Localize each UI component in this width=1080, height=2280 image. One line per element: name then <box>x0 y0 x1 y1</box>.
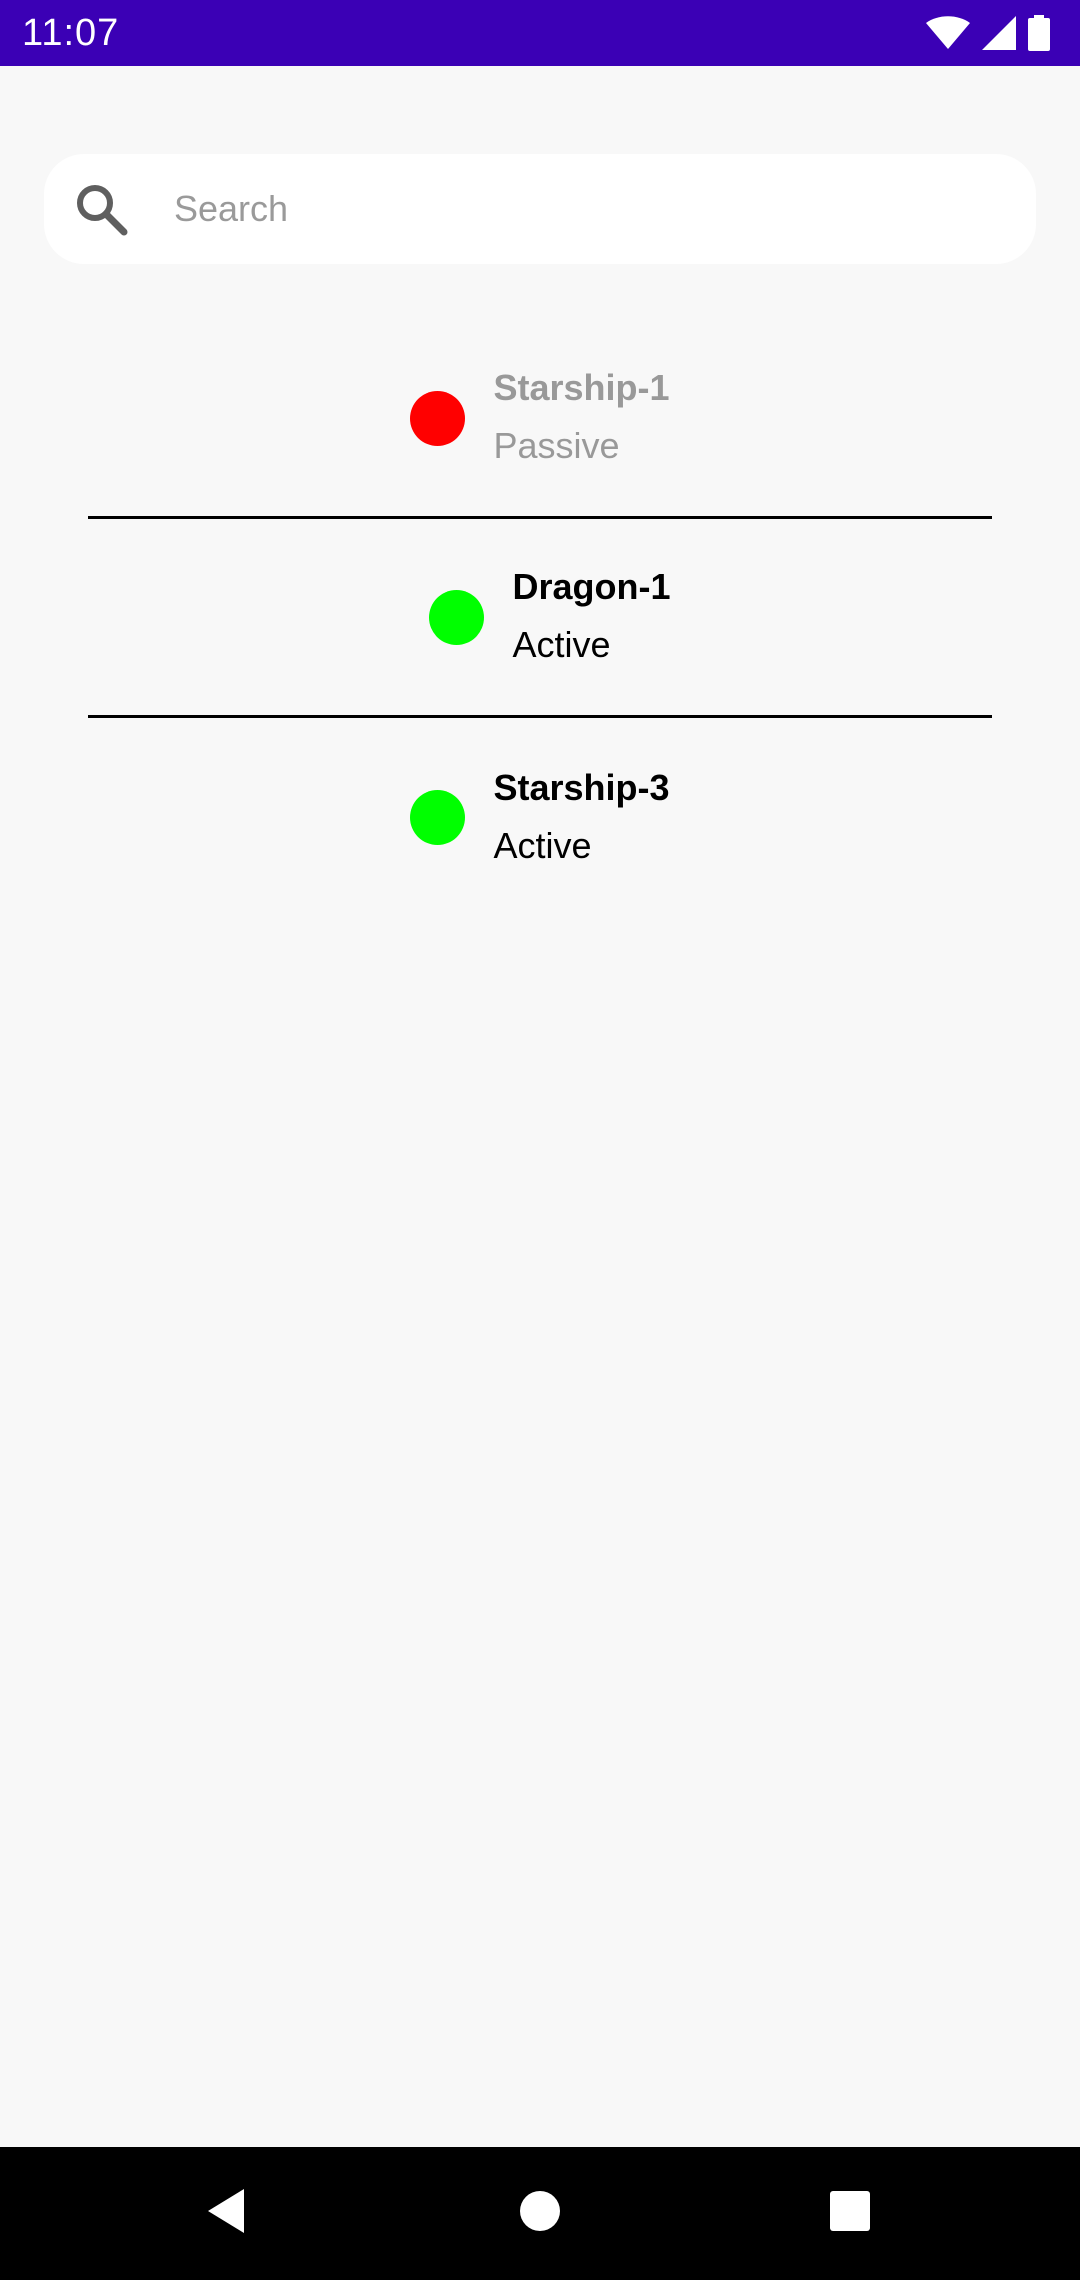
list-item-content: Starship-3 Active <box>410 764 670 872</box>
home-icon <box>519 2190 561 2237</box>
item-name: Dragon-1 <box>512 566 671 607</box>
status-dot <box>410 390 466 446</box>
search-input[interactable] <box>174 154 1004 264</box>
list-item[interactable]: Starship-3 Active <box>88 718 992 917</box>
wifi-icon <box>926 16 970 50</box>
item-status: Passive <box>493 425 620 466</box>
status-dot <box>410 790 466 845</box>
back-button[interactable] <box>166 2147 286 2280</box>
list-item-texts: Dragon-1 Active <box>512 563 670 671</box>
back-icon <box>204 2187 248 2240</box>
list-item-texts: Starship-1 Passive <box>493 364 669 472</box>
list-item-texts: Starship-3 Active <box>493 764 669 872</box>
home-button[interactable] <box>480 2147 600 2280</box>
recents-button[interactable] <box>790 2147 910 2280</box>
recents-icon <box>829 2190 871 2237</box>
search-bar[interactable] <box>44 154 1036 264</box>
status-time: 11:07 <box>22 12 120 54</box>
item-name: Starship-3 <box>493 766 670 808</box>
list-item[interactable]: Dragon-1 Active <box>88 519 992 718</box>
battery-icon <box>1028 15 1050 51</box>
status-icons <box>926 14 1050 52</box>
list-item[interactable]: Starship-1 Passive <box>88 320 992 519</box>
cellular-signal-icon <box>982 16 1016 50</box>
item-name: Starship-1 <box>493 367 670 408</box>
list-item-content: Starship-1 Passive <box>410 364 670 472</box>
item-status: Active <box>512 624 611 665</box>
status-dot <box>429 589 485 645</box>
navigation-bar <box>0 2147 1080 2280</box>
item-status: Active <box>493 824 592 866</box>
search-icon[interactable] <box>72 180 130 238</box>
item-list: Starship-1 Passive Dragon-1 Active Stars… <box>88 320 992 917</box>
status-bar: 11:07 <box>0 0 1080 66</box>
list-item-content: Dragon-1 Active <box>429 563 671 671</box>
